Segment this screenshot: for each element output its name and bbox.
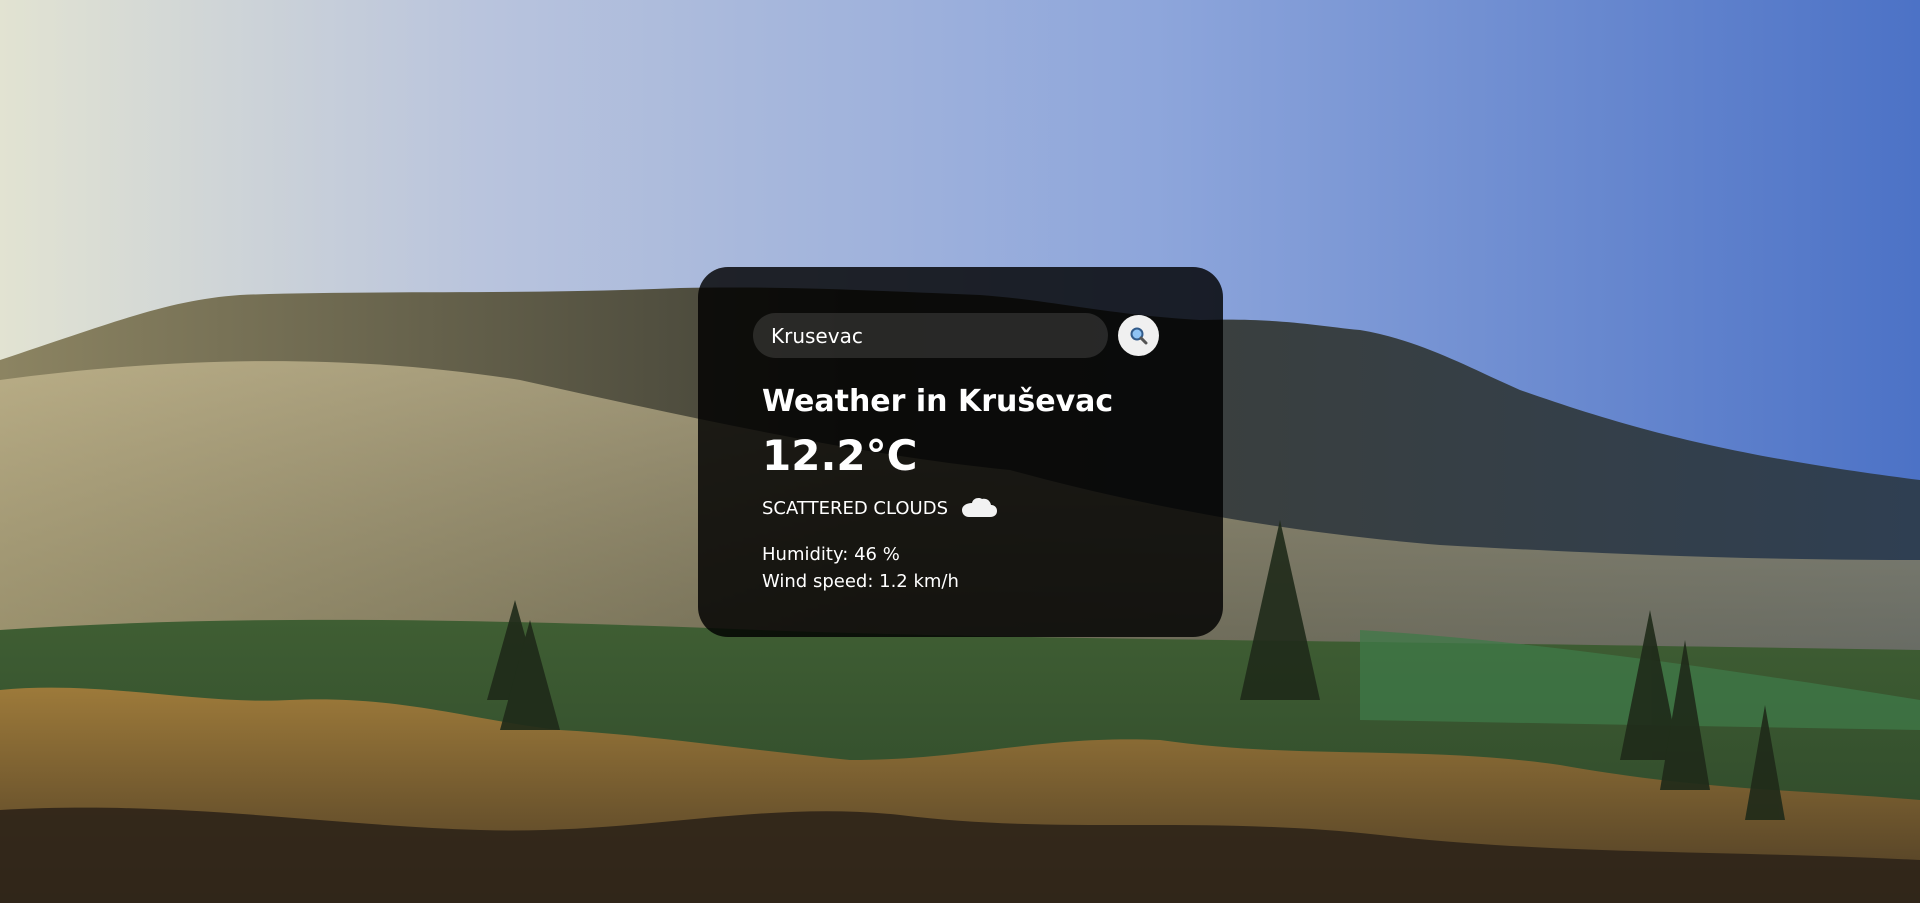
cloud-icon [962, 498, 998, 517]
city-search-input[interactable] [753, 313, 1108, 358]
search-bar [753, 313, 1159, 358]
weather-page: Weather in Kruševac 12.2°C SCATTERED CLO… [0, 0, 1920, 903]
search-button[interactable] [1118, 315, 1159, 356]
humidity-text: Humidity: 46 % [762, 544, 900, 565]
city-weather-title: Weather in Kruševac [762, 384, 1114, 419]
weather-card: Weather in Kruševac 12.2°C SCATTERED CLO… [698, 267, 1223, 637]
weather-description: SCATTERED CLOUDS [762, 497, 949, 519]
weather-description-row: SCATTERED CLOUDS [762, 496, 998, 520]
temperature-value: 12.2°C [762, 431, 918, 480]
wind-speed-text: Wind speed: 1.2 km/h [762, 571, 959, 592]
search-icon [1130, 327, 1147, 344]
